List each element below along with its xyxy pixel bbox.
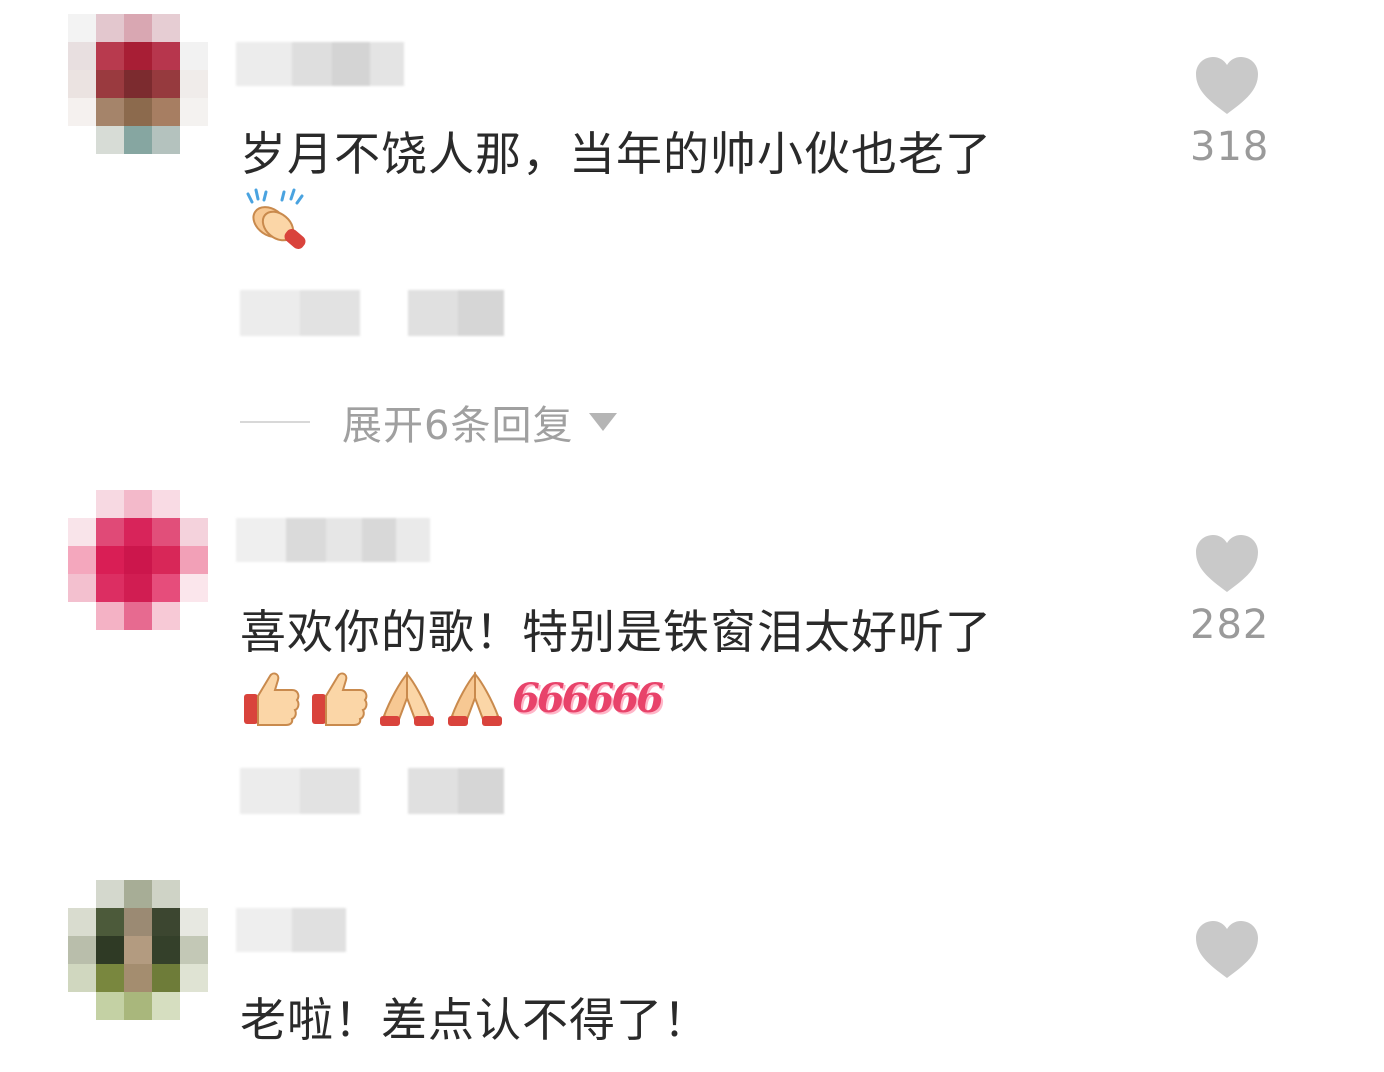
emoji-row: [240, 188, 312, 252]
heart-icon: [1196, 535, 1258, 592]
comment-text: 喜欢你的歌！特别是铁窗泪太好听了: [240, 605, 992, 659]
666-sticker: 666666: [512, 674, 664, 722]
timestamp: [240, 290, 360, 336]
emoji-row: 666666: [240, 666, 664, 730]
like-button[interactable]: 318: [1190, 56, 1270, 170]
like-count: 318: [1190, 124, 1270, 170]
comment-text: 老啦！差点认不得了！: [240, 993, 710, 1047]
like-count: 282: [1190, 602, 1270, 648]
heart-icon: [1196, 921, 1258, 978]
divider: [240, 421, 310, 423]
timestamp: [240, 768, 360, 814]
reply-button[interactable]: [408, 768, 504, 814]
like-button[interactable]: [1190, 920, 1264, 980]
comment-text: 岁月不饶人那，当年的帅小伙也老了: [240, 127, 992, 181]
folded-hands-icon: [380, 671, 434, 726]
like-button[interactable]: 282: [1190, 534, 1270, 648]
heart-icon: [1196, 57, 1258, 114]
clapping-hands-icon: [246, 188, 306, 249]
chevron-down-icon: [589, 413, 618, 431]
username[interactable]: [236, 518, 430, 562]
folded-hands-icon: [448, 671, 502, 726]
expand-replies-button[interactable]: 展开6条回复: [240, 396, 618, 449]
username[interactable]: [236, 908, 346, 952]
avatar[interactable]: [68, 490, 208, 630]
thumbs-up-icon: [244, 672, 300, 726]
username[interactable]: [236, 42, 404, 86]
thumbs-up-icon: [312, 672, 368, 726]
reply-button[interactable]: [408, 290, 504, 336]
avatar[interactable]: [68, 880, 208, 1020]
avatar[interactable]: [68, 14, 208, 154]
expand-replies-label: 展开6条回复: [342, 403, 574, 449]
